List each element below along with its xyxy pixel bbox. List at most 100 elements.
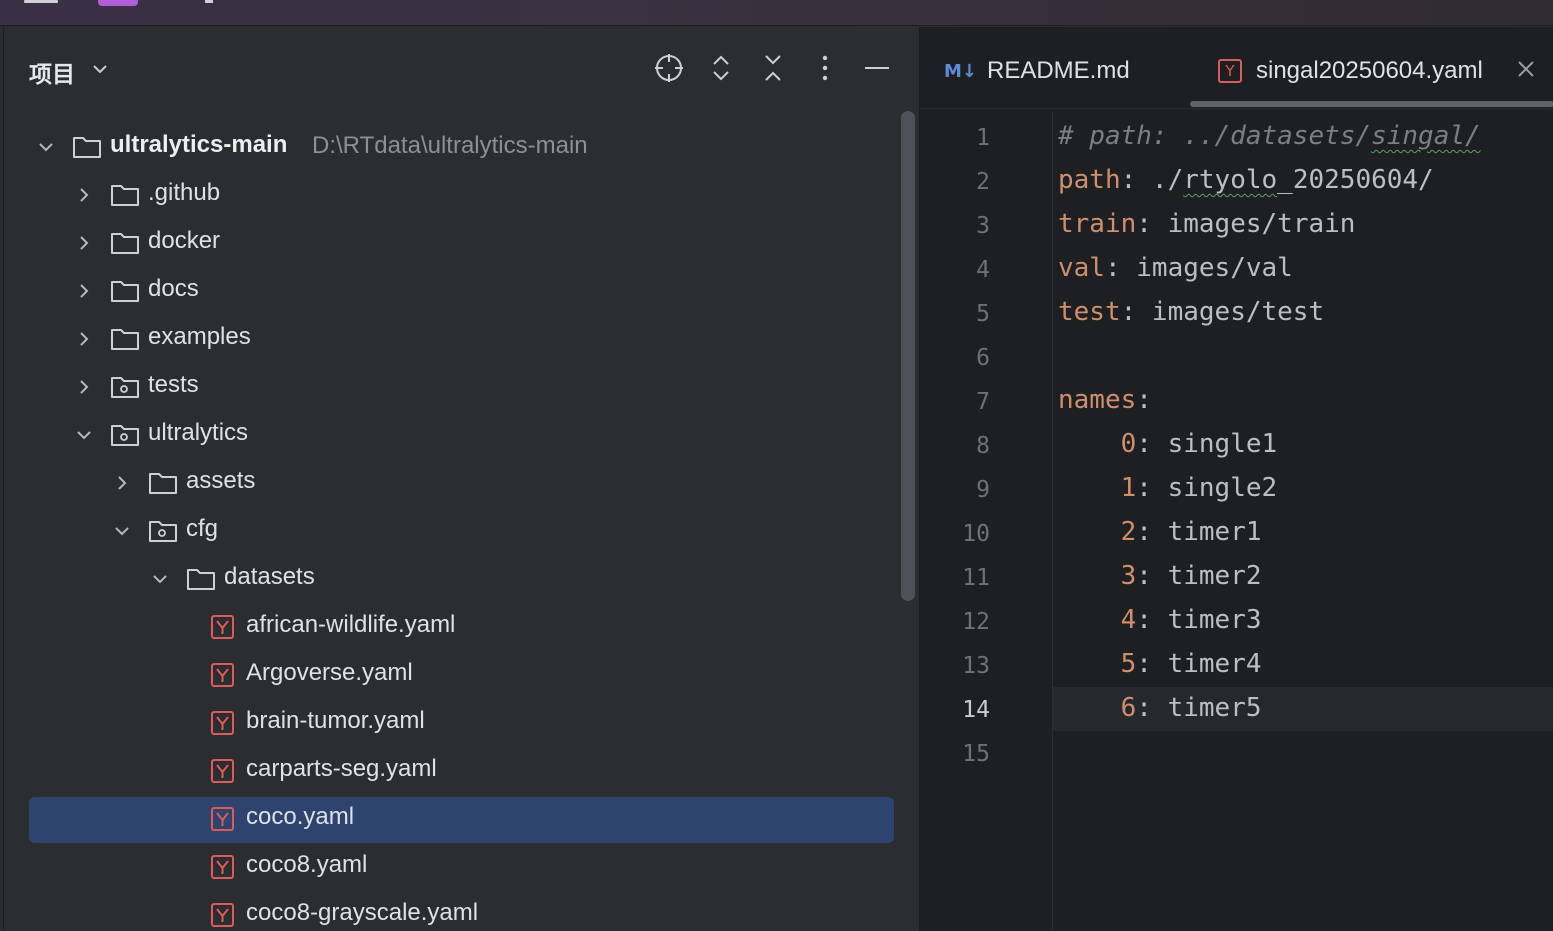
close-tab-icon[interactable]	[1514, 57, 1538, 81]
chevron-down-icon[interactable]	[36, 137, 56, 157]
more-options-icon[interactable]	[808, 51, 842, 85]
tree-item-label: ultralytics	[148, 419, 249, 446]
locate-file-icon[interactable]	[652, 51, 686, 85]
folder-icon	[111, 185, 139, 206]
line-number: 9	[976, 477, 990, 503]
tree-folder-row[interactable]: docs	[4, 267, 904, 315]
tree-folder-row[interactable]: ultralytics-main D:\RTdata\ultralytics-ma…	[4, 123, 904, 171]
project-widget-caret-icon[interactable]	[205, 0, 213, 3]
chevron-right-icon[interactable]	[74, 233, 94, 253]
code-line[interactable]: 3: timer2	[1058, 561, 1262, 591]
code-line[interactable]: path: ./rtyolo_20250604/	[1058, 165, 1434, 195]
tree-item-label: Argoverse.yaml	[246, 659, 413, 686]
tree-item-label: coco8.yaml	[246, 851, 368, 878]
chevron-right-icon[interactable]	[74, 377, 94, 397]
tree-item-label: african-wildlife.yaml	[246, 611, 456, 638]
tab-label: singal20250604.yaml	[1256, 57, 1483, 84]
tree-file-row[interactable]: brain-tumor.yaml	[4, 699, 904, 747]
markdown-file-icon: M↓	[944, 60, 977, 82]
tab-label: README.md	[987, 57, 1130, 84]
folder-icon	[187, 569, 215, 590]
chevron-down-icon[interactable]	[90, 59, 110, 79]
tree-item-label: ultralytics-main	[110, 131, 288, 158]
tree-file-row[interactable]: coco8.yaml	[4, 843, 904, 891]
code-line[interactable]: 6: timer5	[1058, 693, 1262, 723]
line-number: 14	[962, 697, 990, 723]
package-folder-icon	[111, 377, 139, 398]
line-number: 8	[976, 433, 990, 459]
tree-file-row[interactable]: coco.yaml	[4, 795, 904, 843]
tree-file-row[interactable]: carparts-seg.yaml	[4, 747, 904, 795]
tree-folder-row[interactable]: examples	[4, 315, 904, 363]
project-panel-title[interactable]: 项目	[29, 55, 75, 89]
project-tree-scrollbar[interactable]	[901, 111, 915, 601]
chevron-down-icon[interactable]	[112, 521, 132, 541]
collapse-all-icon[interactable]	[756, 51, 790, 85]
tree-item-label: docker	[148, 227, 221, 254]
chevron-down-icon[interactable]	[74, 425, 94, 445]
project-badge-icon[interactable]	[98, 0, 138, 6]
code-content[interactable]: # path: ../datasets/singal/path: ./rtyol…	[1054, 111, 1553, 931]
yaml-file-icon	[211, 903, 234, 927]
yaml-file-icon	[211, 855, 234, 879]
code-line[interactable]: 5: timer4	[1058, 649, 1262, 679]
code-line[interactable]: val: images/val	[1058, 253, 1293, 283]
tree-folder-row[interactable]: tests	[4, 363, 904, 411]
chevron-right-icon[interactable]	[112, 473, 132, 493]
tree-item-label: coco8-grayscale.yaml	[246, 899, 479, 926]
expand-all-icon[interactable]	[704, 51, 738, 85]
hide-panel-icon[interactable]	[860, 51, 894, 85]
tree-folder-row[interactable]: datasets	[4, 555, 904, 603]
line-number: 1	[976, 125, 990, 151]
tree-file-row[interactable]: Argoverse.yaml	[4, 651, 904, 699]
tree-item-label: datasets	[224, 563, 315, 590]
code-line[interactable]: names:	[1058, 385, 1152, 415]
line-number: 12	[962, 609, 990, 635]
main-menu-icon[interactable]	[24, 0, 58, 3]
tree-folder-row[interactable]: docker	[4, 219, 904, 267]
package-folder-icon	[111, 425, 139, 446]
line-number: 11	[962, 565, 990, 591]
tree-folder-row[interactable]: .github	[4, 171, 904, 219]
editor-area: M↓ README.md Y singal20250604.yaml 12345…	[919, 27, 1553, 931]
tree-folder-row[interactable]: ultralytics	[4, 411, 904, 459]
active-tab-indicator	[1190, 101, 1553, 107]
tree-item-path: D:\RTdata\ultralytics-main	[312, 132, 588, 159]
chevron-down-icon[interactable]	[150, 569, 170, 589]
code-line[interactable]: 0: single1	[1058, 429, 1278, 459]
project-tool-window: 项目 ultralytics-main D:\RTdata\ultralytic…	[3, 27, 918, 931]
line-number: 2	[976, 169, 990, 195]
yaml-file-icon	[211, 711, 234, 735]
code-line[interactable]: 2: timer1	[1058, 517, 1262, 547]
yaml-file-icon	[211, 663, 234, 687]
line-number: 6	[976, 345, 990, 371]
folder-icon	[111, 233, 139, 254]
folder-icon	[73, 137, 101, 158]
tree-item-label: brain-tumor.yaml	[246, 707, 425, 734]
line-number: 3	[976, 213, 990, 239]
code-line[interactable]: 1: single2	[1058, 473, 1278, 503]
tree-file-row[interactable]: coco8-grayscale.yaml	[4, 891, 904, 931]
tab-singal-yaml[interactable]: Y singal20250604.yaml	[1218, 51, 1483, 91]
yaml-file-icon	[211, 807, 234, 831]
title-bar	[0, 0, 1553, 26]
package-folder-icon	[149, 521, 177, 542]
tree-folder-row[interactable]: cfg	[4, 507, 904, 555]
line-number: 10	[962, 521, 990, 547]
line-number: 5	[976, 301, 990, 327]
tree-folder-row[interactable]: assets	[4, 459, 904, 507]
line-number-gutter: 1 2 3 4 5 6 7 8 9 10 11 12 13 14 15	[920, 111, 1053, 931]
tree-item-label: assets	[186, 467, 256, 494]
tree-file-row[interactable]: african-wildlife.yaml	[4, 603, 904, 651]
tree-item-label: tests	[148, 371, 199, 398]
tab-readme[interactable]: M↓ README.md	[944, 51, 1130, 91]
editor-tab-bar: M↓ README.md Y singal20250604.yaml	[920, 27, 1553, 109]
code-line[interactable]: # path: ../datasets/singal/	[1058, 121, 1481, 151]
chevron-right-icon[interactable]	[74, 185, 94, 205]
tree-item-label: .github	[148, 179, 221, 206]
code-line[interactable]: 4: timer3	[1058, 605, 1262, 635]
code-line[interactable]: test: images/test	[1058, 297, 1324, 327]
chevron-right-icon[interactable]	[74, 281, 94, 301]
chevron-right-icon[interactable]	[74, 329, 94, 349]
code-line[interactable]: train: images/train	[1058, 209, 1355, 239]
